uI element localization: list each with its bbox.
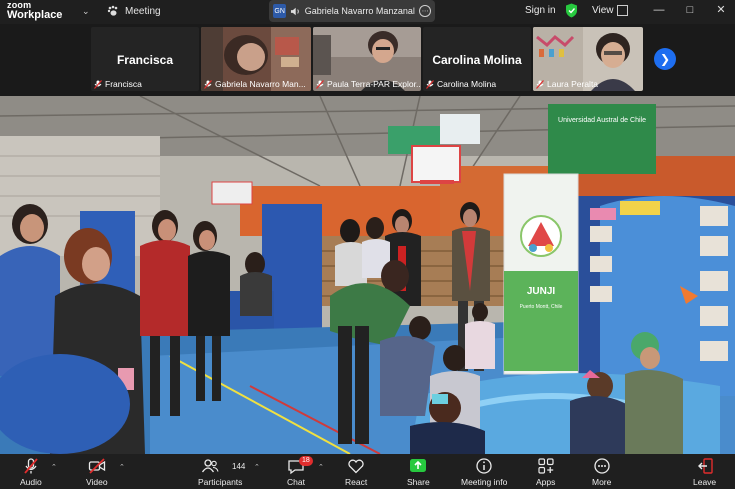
participant-tile[interactable]: Carolina Molina Carolina Molina: [423, 27, 531, 91]
video-label: Video: [86, 477, 108, 487]
more-label: More: [592, 477, 612, 487]
active-speaker-name: Gabriela Navarro Manzanal's: [304, 6, 416, 16]
participant-tile-active[interactable]: Gabriela Navarro Man...: [201, 27, 311, 91]
video-button[interactable]: Video: [86, 457, 108, 487]
share-screen-icon: [410, 459, 427, 472]
participant-name: Gabriela Navarro Man...: [215, 79, 306, 89]
security-shield-icon[interactable]: [565, 3, 578, 18]
more-options-icon[interactable]: ⋯: [419, 5, 431, 17]
chevron-down-icon[interactable]: ⌄: [82, 6, 90, 17]
mic-muted-icon: [426, 79, 434, 89]
share-label: Share: [407, 477, 430, 487]
title-bar: zoom Workplace ⌄ Meeting GN Gabriela Nav…: [0, 0, 735, 24]
participant-label: Gabriela Navarro Man...: [204, 79, 306, 89]
banner-text: Universidad Austral de Chile: [558, 117, 646, 124]
chat-label: Chat: [287, 477, 305, 487]
participant-label: Francisca: [94, 79, 142, 89]
participant-name: Carolina Molina: [437, 79, 497, 89]
participant-big-name: Carolina Molina: [432, 53, 522, 67]
mic-muted-icon: [316, 79, 324, 89]
mic-muted-icon: [94, 79, 102, 89]
share-button[interactable]: Share: [407, 457, 430, 487]
speaker-icon: [291, 7, 300, 15]
view-layout-icon[interactable]: [617, 5, 628, 16]
gym-scene-image: Universidad Austral de Chile JUNJI Puert…: [0, 96, 735, 454]
apps-button[interactable]: Apps: [536, 457, 555, 487]
video-options-caret-icon[interactable]: ⌃: [119, 463, 125, 471]
info-icon: [476, 458, 492, 474]
close-icon[interactable]: ✕: [714, 3, 728, 17]
chevron-right-icon: ❯: [659, 52, 671, 66]
participant-big-name: Francisca: [116, 53, 174, 67]
sign-in-button[interactable]: Sign in: [525, 5, 556, 16]
audio-options-caret-icon[interactable]: ⌃: [51, 463, 57, 471]
view-button[interactable]: View: [592, 5, 614, 16]
meeting-toolbar: Audio ⌃ Video ⌃ Participants 144 ⌃ Chat …: [0, 454, 735, 489]
meeting-info-button[interactable]: Meeting info: [461, 457, 507, 487]
more-button[interactable]: More: [592, 457, 611, 487]
participants-options-caret-icon[interactable]: ⌃: [254, 463, 260, 471]
participant-tile[interactable]: Francisca Francisca: [91, 27, 199, 91]
video-off-icon: [88, 458, 105, 474]
react-label: React: [345, 477, 368, 487]
leave-label: Leave: [693, 477, 717, 487]
participant-label: Laura Peralta: [536, 79, 598, 89]
minimize-icon[interactable]: —: [652, 3, 666, 17]
leave-icon: [697, 458, 713, 474]
mic-muted-icon: [24, 458, 38, 474]
zoom-logo[interactable]: zoom Workplace: [7, 1, 62, 21]
more-icon: [594, 458, 610, 474]
chat-unread-badge: 18: [299, 456, 313, 466]
apps-label: Apps: [536, 477, 556, 487]
meeting-menu[interactable]: Meeting: [107, 5, 161, 17]
participant-name: Francisca: [105, 79, 142, 89]
react-button[interactable]: React: [345, 457, 367, 487]
participant-tile[interactable]: Paula Terra-PAR Explor...: [313, 27, 421, 91]
leave-button[interactable]: Leave: [693, 457, 716, 487]
mic-muted-icon: [536, 79, 544, 89]
mic-muted-icon: [204, 79, 212, 89]
paw-icon: [107, 5, 118, 16]
meeting-label: Meeting: [125, 5, 161, 17]
active-speaker-pill[interactable]: GN Gabriela Navarro Manzanal's ⋯: [269, 0, 435, 22]
apps-icon: [538, 458, 554, 474]
chat-options-caret-icon[interactable]: ⌃: [318, 463, 324, 471]
speaker-avatar: GN: [273, 4, 287, 18]
maximize-icon[interactable]: □: [683, 3, 697, 17]
logo-line2: Workplace: [7, 9, 63, 21]
gallery-strip: Francisca Francisca Gabriela Navarro Man…: [0, 24, 735, 96]
standee-title: JUNJI: [527, 286, 556, 297]
standee-sub: Puerto Montt, Chile: [520, 304, 563, 310]
next-page-button[interactable]: ❯: [654, 48, 676, 70]
participants-icon: [202, 459, 219, 473]
participants-count: 144: [232, 462, 246, 471]
main-video-feed: Universidad Austral de Chile JUNJI Puert…: [0, 96, 735, 454]
participant-label: Carolina Molina: [426, 79, 496, 89]
audio-button[interactable]: Audio: [20, 457, 42, 487]
participant-tile[interactable]: Laura Peralta: [533, 27, 643, 91]
audio-label: Audio: [20, 477, 42, 487]
participant-label: Paula Terra-PAR Explor...: [316, 79, 421, 89]
participant-name: Laura Peralta: [547, 79, 599, 89]
meeting-info-label: Meeting info: [461, 477, 508, 487]
participant-name: Paula Terra-PAR Explor...: [327, 79, 421, 89]
heart-icon: [348, 459, 364, 474]
participants-label: Participants: [198, 477, 243, 487]
